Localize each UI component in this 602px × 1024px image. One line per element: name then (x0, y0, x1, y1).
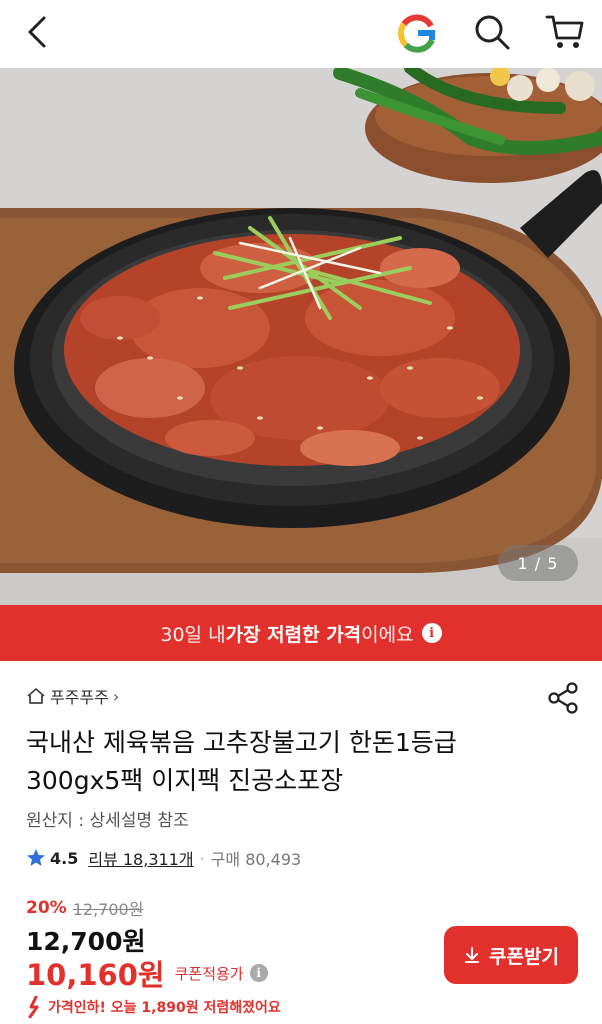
product-image-carousel[interactable]: 1 / 5 (0, 68, 602, 605)
seller-link[interactable]: 푸주푸주 › (26, 684, 119, 708)
seller-name: 푸주푸주 (50, 688, 109, 707)
cart-icon (545, 15, 584, 48)
coupon-price-label: 쿠폰적용가 (174, 964, 244, 983)
search-button[interactable] (472, 12, 512, 52)
promo-highlight: 가장 저렴한 가격 (225, 623, 362, 646)
share-button[interactable] (546, 680, 582, 716)
cart-button[interactable] (544, 12, 586, 52)
promo-suffix: 이에요 (361, 623, 414, 646)
product-title-line1: 국내산 제육볶음 고추장불고기 한돈1등급 (26, 728, 457, 757)
price-drop-text: 가격인하! 오늘 1,890원 저렴해졌어요 (48, 1000, 281, 1016)
get-coupon-button[interactable]: 쿠폰받기 (444, 926, 578, 984)
download-icon (465, 947, 480, 963)
back-button[interactable] (20, 12, 56, 52)
review-count-link[interactable]: 리뷰 18,311개 (88, 846, 193, 870)
lowest-price-banner: 30일 내 가장 저렴한 가격 이에요 i (0, 605, 602, 661)
home-icon (27, 688, 45, 704)
coupon-price-row: 10,160원 쿠폰적용가 i (26, 952, 268, 994)
share-icon (548, 682, 578, 714)
chevron-left-icon (28, 16, 46, 48)
price-down-arrow-icon (28, 996, 39, 1018)
original-price: 12,700원 (72, 900, 144, 919)
origin-info: 원산지 : 상세설명 참조 (26, 811, 189, 831)
gmarket-logo-icon[interactable] (396, 12, 438, 54)
coupon-info-icon[interactable]: i (249, 964, 268, 982)
star-icon (27, 849, 45, 866)
page-current: 1 (517, 553, 529, 573)
product-title-line2: 300gx5팩 이지팩 진공소포장 (26, 766, 344, 795)
rating-score: 4.5 (50, 848, 79, 868)
separator-dot: · (199, 848, 205, 868)
promo-prefix: 30일 내 (160, 623, 226, 646)
get-coupon-label: 쿠폰받기 (489, 945, 559, 968)
discount-row: 20% 12,700원 (26, 896, 143, 920)
page-total: 5 (547, 553, 559, 573)
image-page-indicator: 1 / 5 (498, 545, 578, 581)
top-app-bar (0, 0, 602, 68)
price-drop-notice: 가격인하! 오늘 1,890원 저렴해졌어요 (26, 996, 281, 1018)
seller-chevron-icon: › (112, 686, 120, 706)
product-title: 국내산 제육볶음 고추장불고기 한돈1등급 300gx5팩 이지팩 진공소포장 (26, 724, 586, 800)
search-icon (475, 15, 510, 50)
info-icon[interactable]: i (421, 623, 442, 643)
rating-row: 4.5 리뷰 18,311개 · 구매 80,493 (26, 846, 301, 870)
product-photo (0, 68, 602, 605)
purchase-count: 구매 80,493 (210, 850, 302, 869)
coupon-price: 10,160원 (26, 958, 165, 992)
discount-percent: 20% (26, 898, 67, 918)
